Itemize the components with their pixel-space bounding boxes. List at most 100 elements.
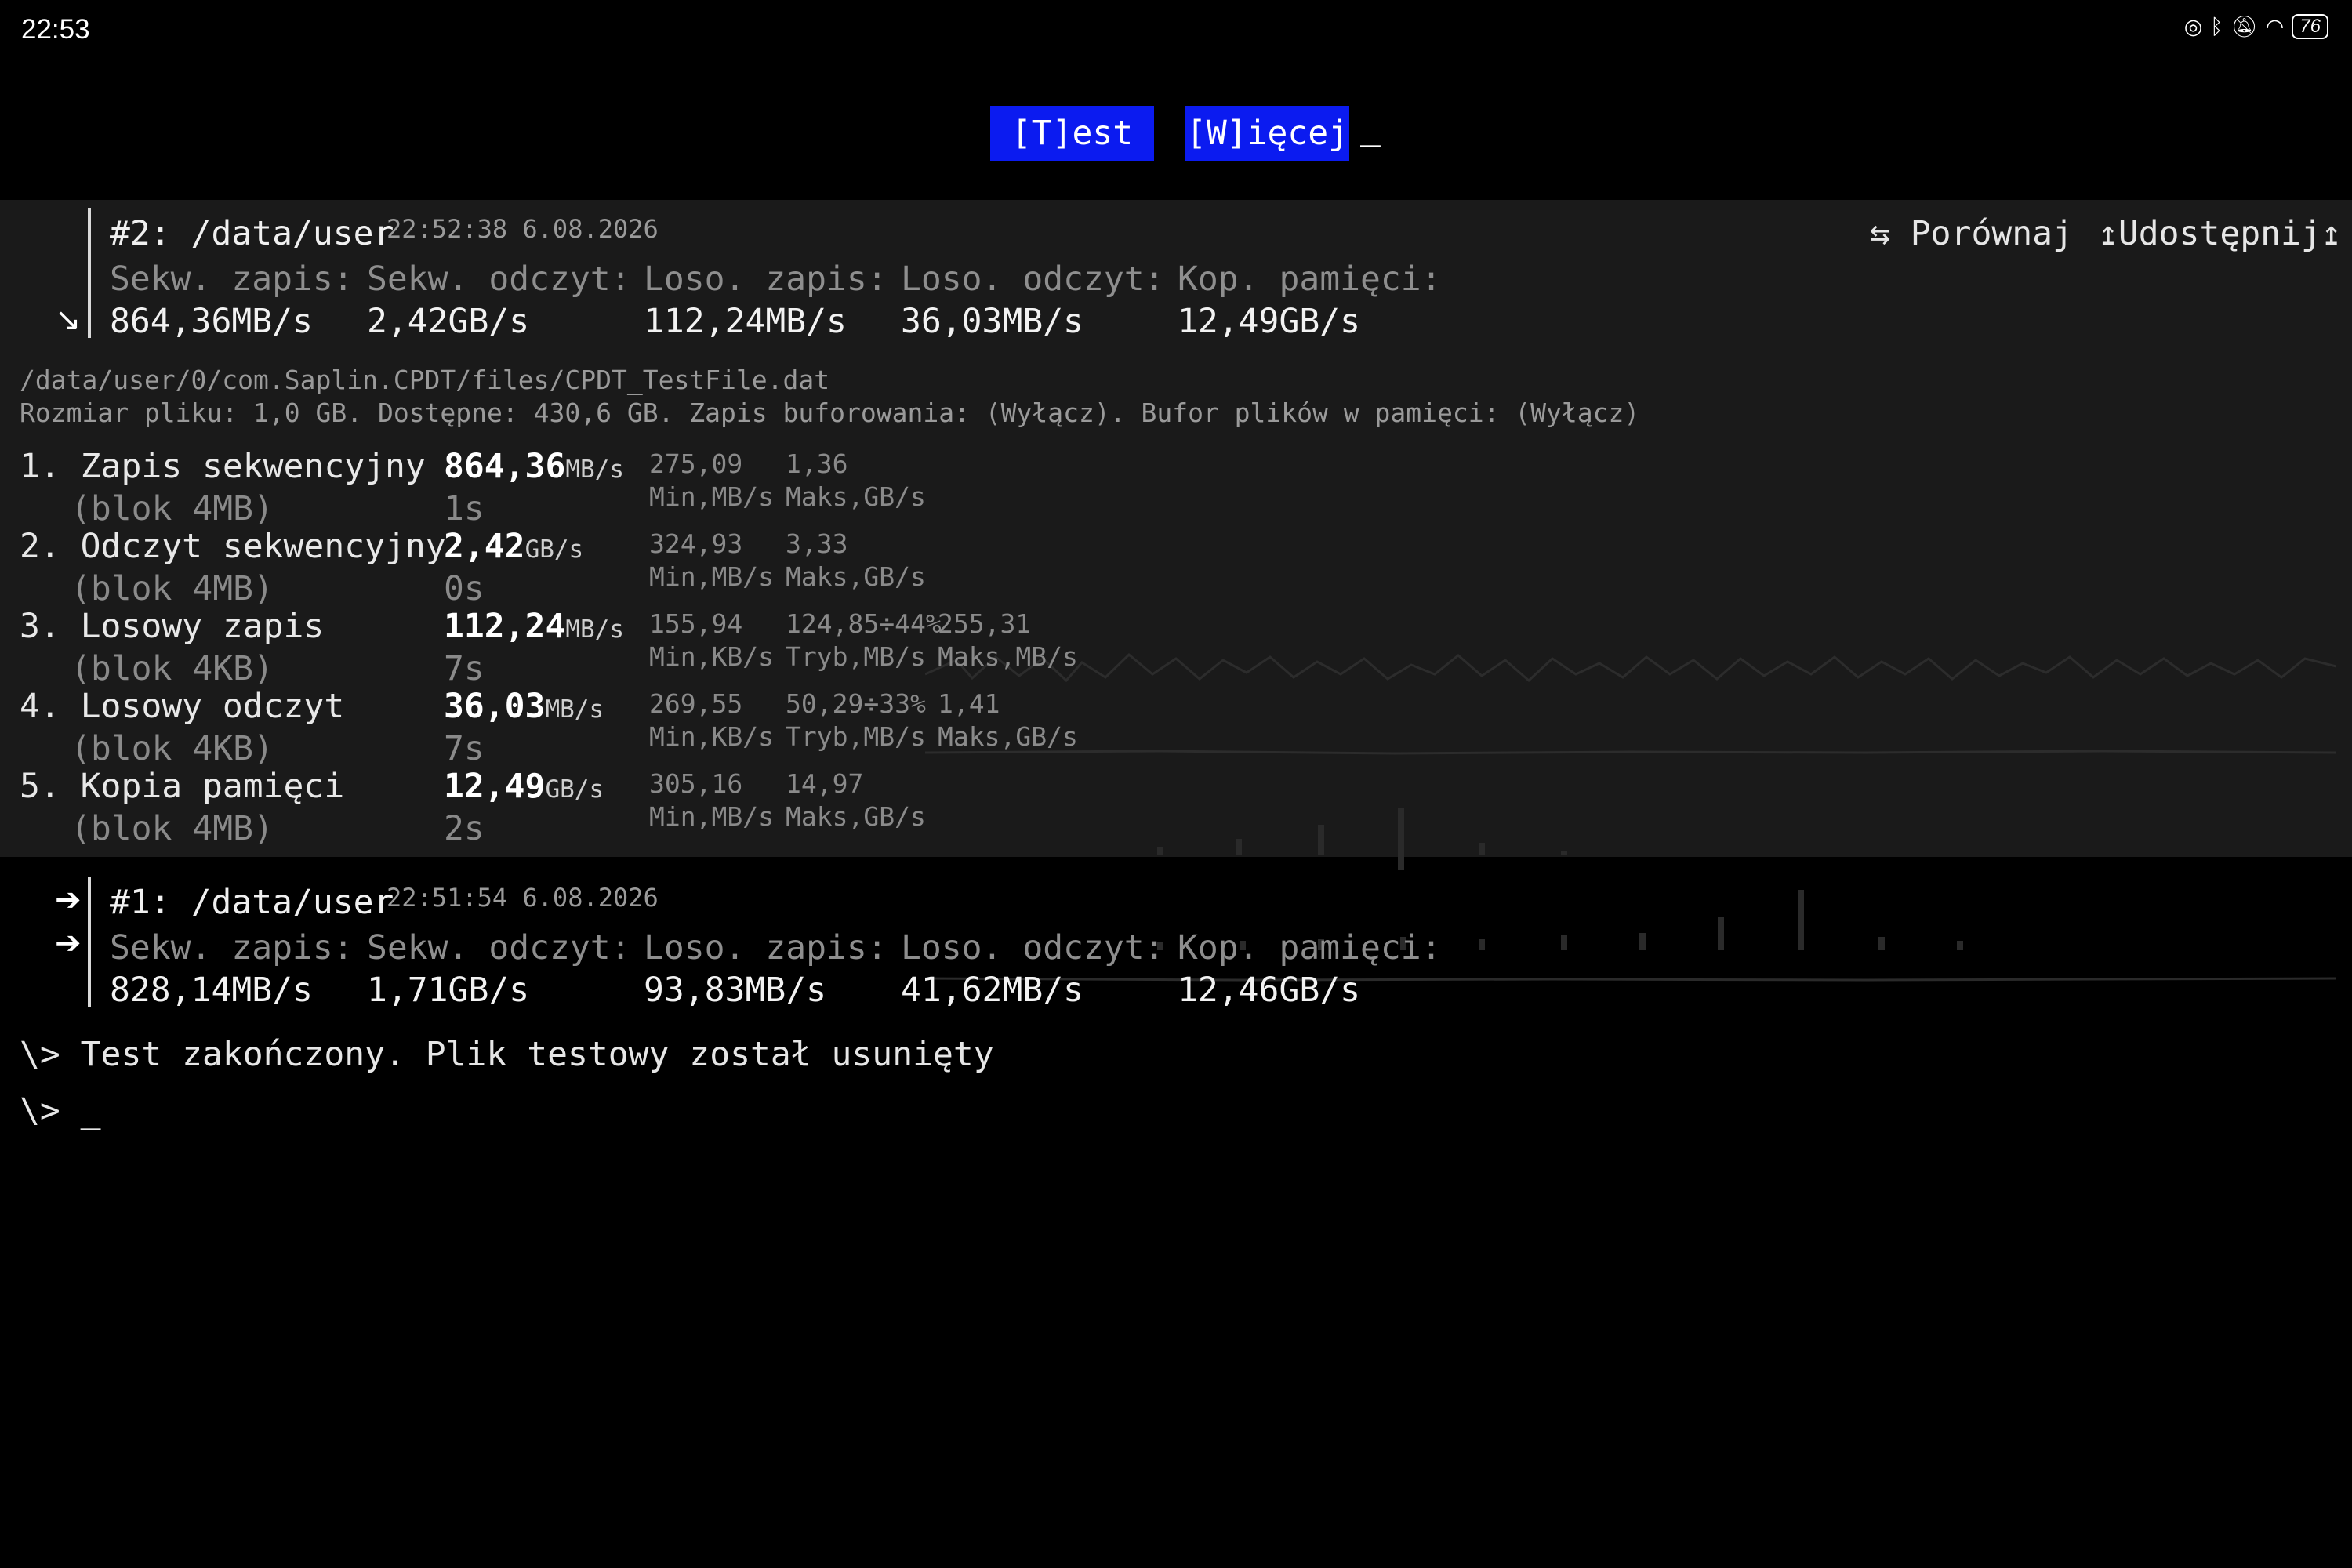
test-speed: 12,49GB/s (444, 767, 604, 806)
test-speed-value: 864,36 (444, 447, 566, 486)
value-rand-read: 41,62MB/s (901, 971, 1083, 1010)
status-bar: 22:53 ◎ ᛒ 🔕︎ ◠ 76 (0, 0, 2352, 60)
more-button[interactable]: [W]ięcej (1185, 106, 1349, 161)
test-speed-value: 112,24 (444, 607, 566, 646)
run-title[interactable]: #1: /data/user (110, 883, 394, 922)
test-name[interactable]: 1. Zapis sekwencyjny (20, 447, 426, 486)
nfc-icon: ◎ (2183, 14, 2203, 39)
run-divider (88, 877, 91, 1007)
test-speed-unit: GB/s (545, 775, 604, 804)
stat-label: Min,KB/s (649, 641, 774, 672)
test-block-size: (blok 4MB) (71, 489, 274, 528)
run-divider (88, 208, 91, 338)
value-seq-write: 864,36MB/s (110, 302, 313, 341)
test-speed: 36,03MB/s (444, 687, 604, 726)
test-speed-value: 2,42 (444, 527, 525, 566)
value-seq-read: 2,42GB/s (367, 302, 530, 341)
run-date: 22:52:38 6.08.2026 (387, 214, 659, 244)
wifi-icon: ◠ (2265, 14, 2285, 39)
stat-value: 3,33 (786, 528, 848, 559)
test-name[interactable]: 2. Odczyt sekwencyjny (20, 527, 446, 566)
test-speed-unit: MB/s (565, 615, 624, 644)
system-icons: ◎ ᛒ 🔕︎ ◠ 76 (2184, 14, 2328, 39)
collapse-arrow-icon[interactable]: ↘ (55, 302, 82, 338)
stat-value: 155,94 (649, 608, 743, 639)
stat-value: 124,85÷44% (786, 608, 942, 639)
test-speed: 864,36MB/s (444, 447, 624, 486)
header-rand-write: Loso. zapis: (644, 928, 887, 967)
value-mem-copy: 12,46GB/s (1178, 971, 1360, 1010)
test-name[interactable]: 4. Losowy odczyt (20, 687, 344, 726)
stat-value: 324,93 (649, 528, 743, 559)
stat-value: 255,31 (938, 608, 1032, 639)
header-seq-write: Sekw. zapis: (110, 260, 354, 299)
test-speed-unit: MB/s (565, 456, 624, 484)
result-panel: ↘ #2: /data/user 22:52:38 6.08.2026 ⇆ Po… (0, 200, 2352, 982)
test-speed-unit: GB/s (524, 535, 584, 564)
run-date: 22:51:54 6.08.2026 (387, 883, 659, 913)
graph-mem-copy (925, 977, 2336, 982)
run-title[interactable]: #2: /data/user (110, 214, 394, 253)
test-block-size: (blok 4KB) (71, 649, 274, 688)
test-speed-value: 12,49 (444, 767, 546, 806)
clock: 22:53 (21, 14, 90, 45)
stat-label: Min,MB/s (649, 801, 774, 832)
graph-rand-write (1157, 808, 1567, 870)
stat-label: Maks,GB/s (786, 561, 926, 592)
stat-value: 305,16 (649, 768, 743, 799)
stat-label: Min,MB/s (649, 481, 774, 512)
stat-label: Maks,GB/s (786, 801, 926, 832)
value-rand-write: 112,24MB/s (644, 302, 847, 341)
compare-button[interactable]: ⇆ Porównaj (1870, 214, 2073, 253)
header-mem-copy: Kop. pamięci: (1178, 928, 1442, 967)
menu-cursor: _ (1360, 108, 1381, 147)
test-speed-unit: MB/s (545, 695, 604, 724)
header-rand-write: Loso. zapis: (644, 260, 887, 299)
graph-seq-write (925, 652, 2336, 683)
test-duration: 7s (444, 649, 485, 688)
header-rand-read: Loso. odczyt: (901, 260, 1165, 299)
stat-value: 269,55 (649, 688, 743, 719)
stat-label: Maks,GB/s (786, 481, 926, 512)
test-button[interactable]: [T]est (990, 106, 1154, 161)
stat-value: 1,41 (938, 688, 1000, 719)
file-path: /data/user/0/com.Saplin.CPDT/files/CPDT_… (20, 365, 830, 395)
test-duration: 2s (444, 809, 485, 848)
value-rand-write: 93,83MB/s (644, 971, 826, 1010)
stat-value: 275,09 (649, 448, 743, 479)
stat-label: Maks,GB/s (938, 721, 1078, 752)
test-speed: 112,24MB/s (444, 607, 624, 646)
battery-icon: 76 (2292, 14, 2328, 39)
value-mem-copy: 12,49GB/s (1178, 302, 1360, 341)
stat-label: Tryb,MB/s (786, 641, 926, 672)
share-button[interactable]: ↥Udostępnij↥ (2098, 214, 2342, 253)
console-message: \> Test zakończony. Plik testowy został … (20, 1035, 994, 1074)
test-block-size: (blok 4KB) (71, 729, 274, 768)
stat-label: Min,KB/s (649, 721, 774, 752)
header-seq-read: Sekw. odczyt: (367, 260, 631, 299)
test-settings: Rozmiar pliku: 1,0 GB. Dostępne: 430,6 G… (20, 397, 1640, 428)
test-speed: 2,42GB/s (444, 527, 583, 566)
stat-label: Maks,MB/s (938, 641, 1078, 672)
console-prompt[interactable]: \> _ (20, 1091, 101, 1131)
test-speed-value: 36,03 (444, 687, 546, 726)
graph-seq-read (925, 750, 2336, 755)
test-name[interactable]: 5. Kopia pamięci (20, 767, 344, 806)
value-seq-write: 828,14MB/s (110, 971, 313, 1010)
test-duration: 1s (444, 489, 485, 528)
header-mem-copy: Kop. pamięci: (1178, 260, 1442, 299)
value-seq-read: 1,71GB/s (367, 971, 530, 1010)
bell-off-icon: 🔕︎ (2230, 15, 2258, 39)
header-rand-read: Loso. odczyt: (901, 928, 1165, 967)
test-block-size: (blok 4MB) (71, 569, 274, 608)
expand-arrow-icon[interactable]: ➔ (55, 882, 82, 918)
test-block-size: (blok 4MB) (71, 809, 274, 848)
stat-label: Tryb,MB/s (786, 721, 926, 752)
expand-arrow-icon[interactable]: ➔ (55, 925, 82, 961)
stat-value: 50,29÷33% (786, 688, 926, 719)
test-duration: 0s (444, 569, 485, 608)
stat-label: Min,MB/s (649, 561, 774, 592)
bluetooth-icon: ᛒ (2210, 14, 2223, 39)
header-seq-read: Sekw. odczyt: (367, 928, 631, 967)
test-name[interactable]: 3. Losowy zapis (20, 607, 324, 646)
